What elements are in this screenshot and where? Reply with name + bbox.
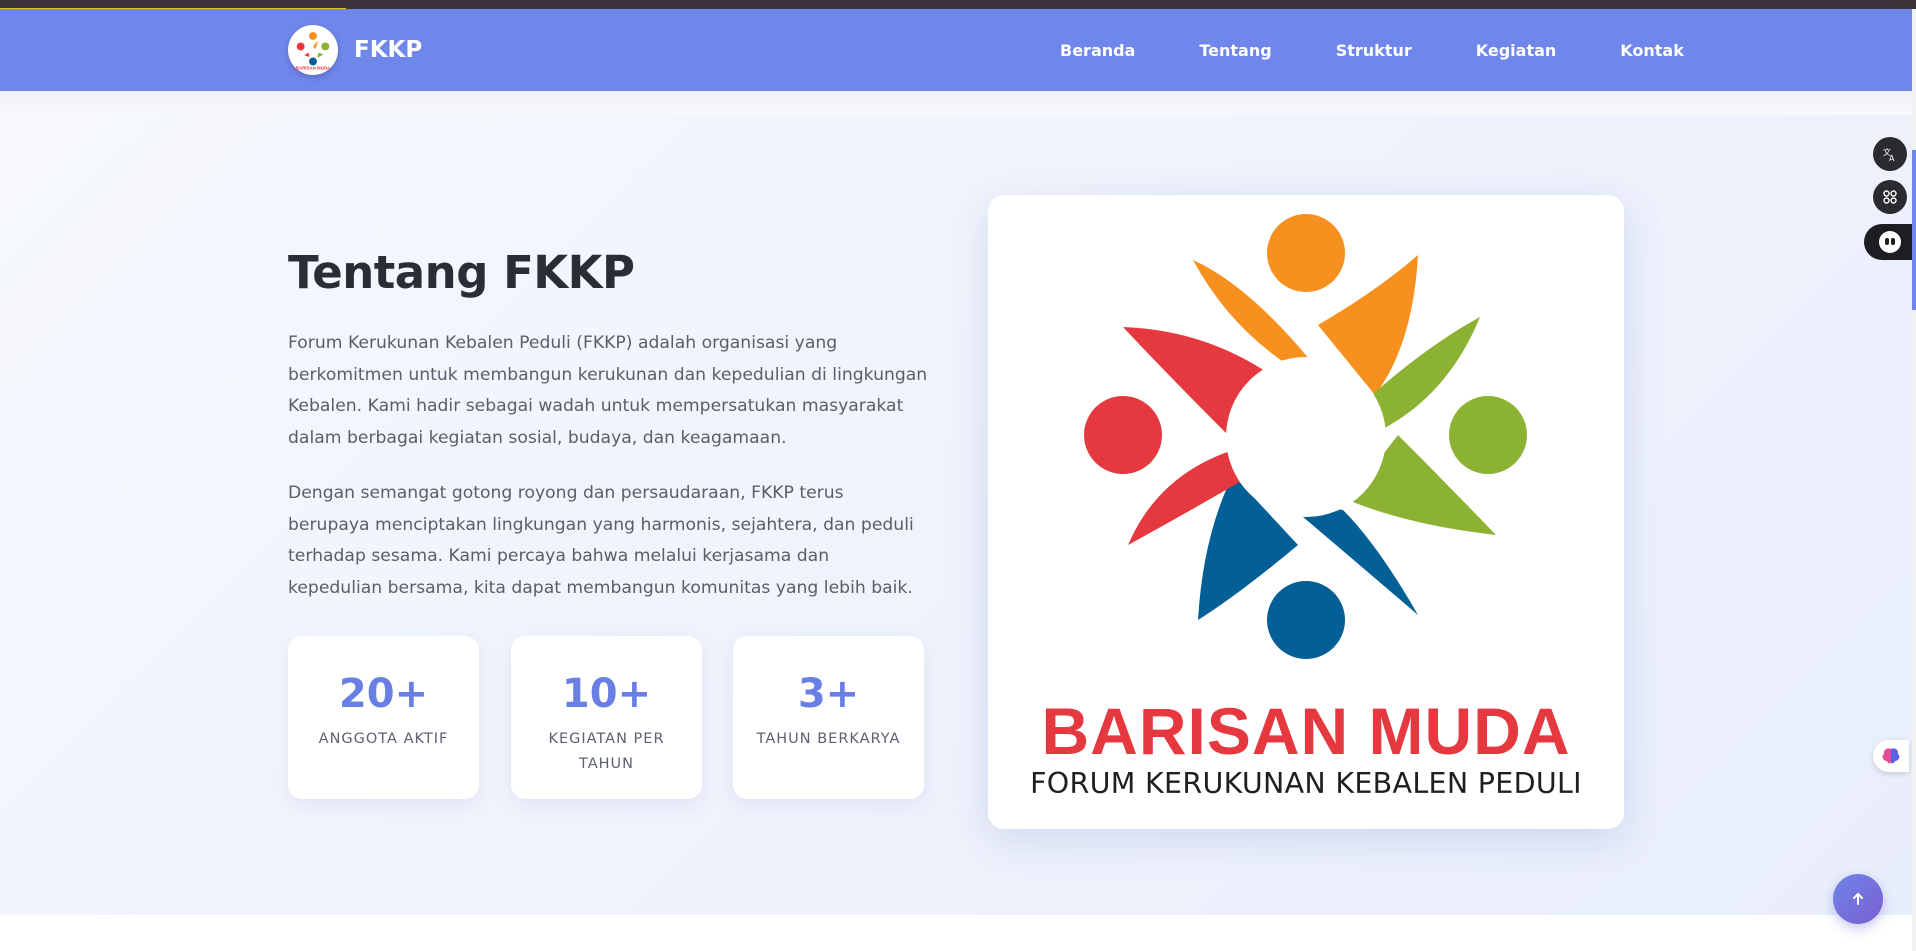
back-to-top-button[interactable] (1833, 874, 1883, 924)
brand-logo-icon: BARISAN MUDA (288, 25, 338, 75)
svg-text:A: A (1889, 154, 1895, 162)
logo-card: BARISAN MUDA FORUM KERUKUNAN KEBALEN PED… (988, 195, 1624, 829)
logo-head-orange (1267, 214, 1345, 292)
nav-link-tentang[interactable]: Tentang (1199, 41, 1271, 60)
about-section (0, 115, 1912, 915)
stat-label: KEGIATAN PER TAHUN (548, 731, 665, 772)
stat-label: ANGGOTA AKTIF (318, 731, 449, 747)
about-title: Tentang FKKP (288, 246, 635, 299)
assistant-face-icon (1879, 231, 1901, 253)
nav-link-struktur[interactable]: Struktur (1336, 41, 1412, 60)
logo-center (1226, 357, 1386, 517)
section-divider (0, 91, 1912, 115)
scrollbar-thumb[interactable] (1912, 150, 1916, 310)
apps-icon[interactable] (1873, 180, 1907, 214)
nav-link-beranda[interactable]: Beranda (1060, 41, 1135, 60)
stat-label: TAHUN BERKARYA (756, 731, 901, 747)
logo-head-blue (1267, 581, 1345, 659)
logo-subtitle: FORUM KERUKUNAN KEBALEN PEDULI (1030, 767, 1582, 800)
stat-value: 20+ (338, 671, 429, 717)
arrow-up-icon (1853, 893, 1863, 905)
stat-card-members: 20+ ANGGOTA AKTIF (288, 636, 479, 799)
logo-head-green (1449, 396, 1527, 474)
stat-value: 10+ (561, 671, 652, 717)
brand-name[interactable]: FKKP (354, 37, 422, 63)
logo-head-red (1084, 396, 1162, 474)
nav-link-kontak[interactable]: Kontak (1620, 41, 1684, 60)
brand[interactable]: BARISAN MUDA FKKP (288, 25, 422, 75)
next-section (0, 915, 1912, 951)
about-paragraph-1: Forum Kerukunan Kebalen Peduli (FKKP) ad… (288, 333, 928, 448)
about-paragraph-2: Dengan semangat gotong royong dan persau… (288, 483, 914, 598)
barisan-muda-logo-icon (1084, 214, 1527, 659)
logo-title: BARISAN MUDA (1041, 694, 1571, 768)
nav-link-kegiatan[interactable]: Kegiatan (1476, 41, 1557, 60)
brain-icon[interactable] (1873, 740, 1909, 772)
main-nav: Beranda Tentang Struktur Kegiatan Kontak (1060, 41, 1684, 60)
stat-card-activities: 10+ KEGIATAN PER TAHUN (511, 636, 702, 799)
stat-card-years: 3+ TAHUN BERKARYA (733, 636, 924, 799)
stat-value: 3+ (797, 671, 860, 717)
svg-text:BARISAN MUDA: BARISAN MUDA (296, 65, 331, 70)
assistant-icon[interactable] (1864, 224, 1916, 260)
navbar: BARISAN MUDA FKKP Beranda Tentang Strukt… (0, 9, 1912, 91)
translate-icon[interactable]: 文A (1873, 137, 1907, 171)
